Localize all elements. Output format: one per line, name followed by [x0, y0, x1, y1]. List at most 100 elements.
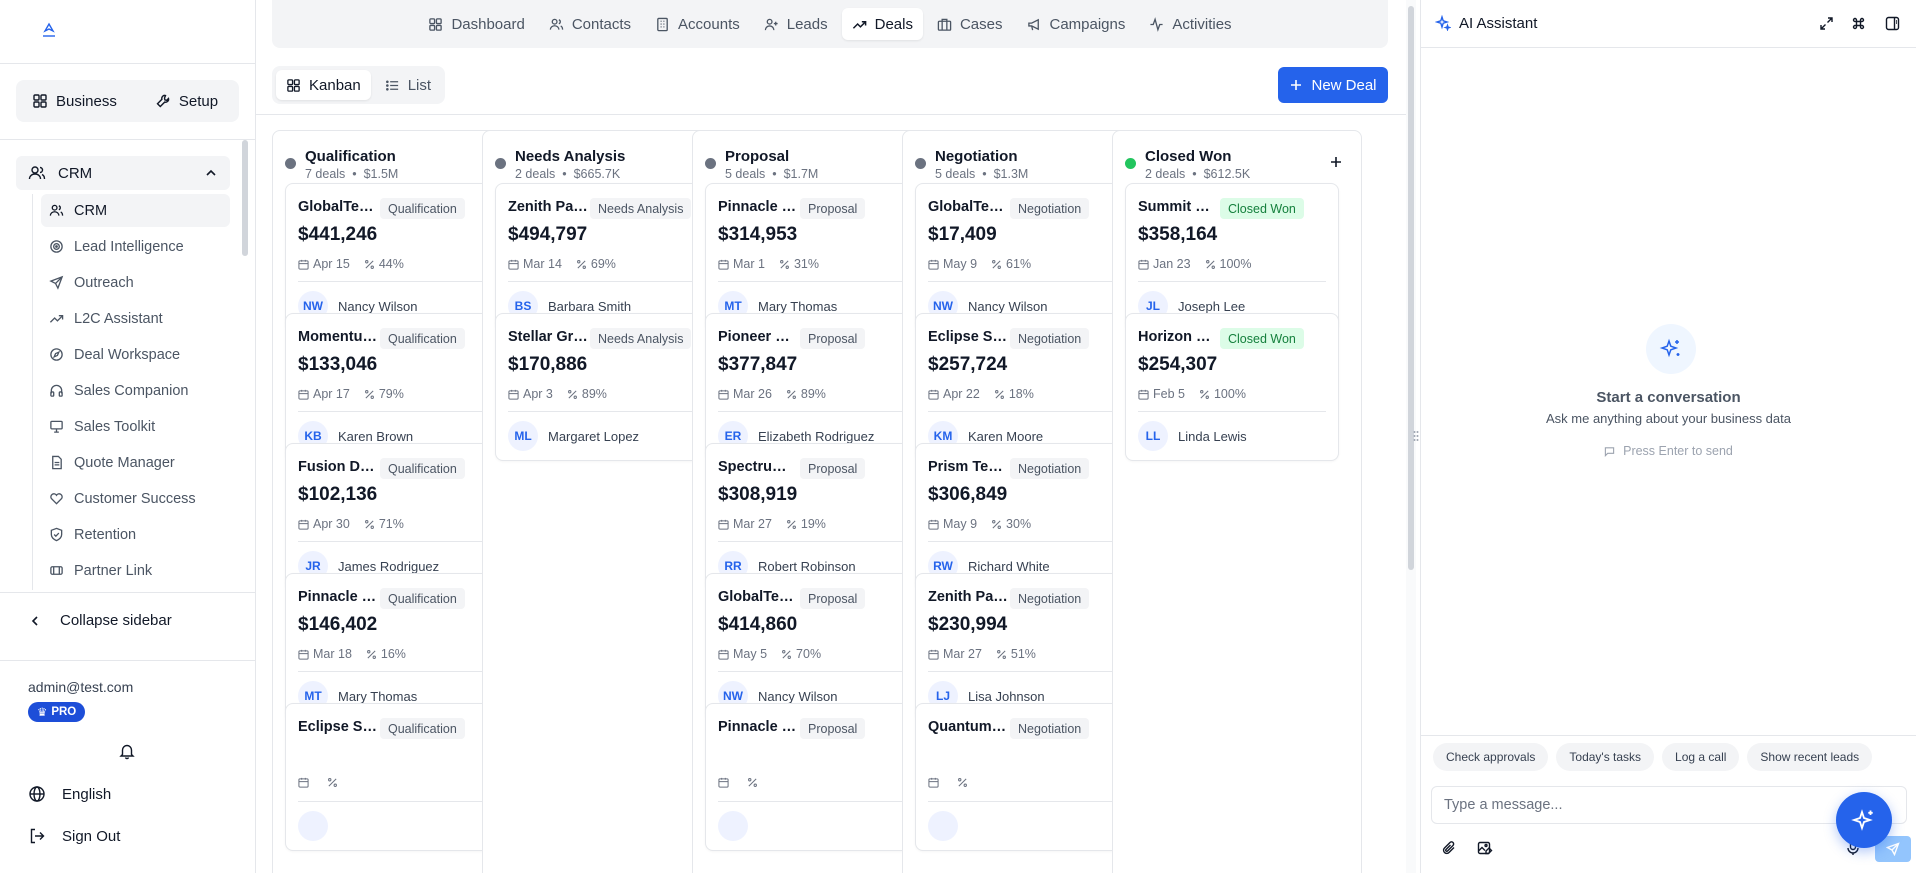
- tab-accounts[interactable]: Accounts: [645, 8, 750, 40]
- deal-name: Eclipse Systems: [928, 329, 1008, 345]
- sparkles-icon: [1851, 809, 1873, 831]
- calendar-icon: [928, 259, 939, 270]
- sidebar-item-crm[interactable]: CRM: [41, 194, 230, 227]
- trending-up-icon: [49, 315, 64, 323]
- tab-leads[interactable]: Leads: [754, 8, 838, 40]
- tab-campaigns[interactable]: Campaigns: [1017, 8, 1136, 40]
- sidebar-item-outreach[interactable]: Outreach: [41, 266, 230, 299]
- deal-card[interactable]: GlobalTech IndustriesQualification$441,2…: [285, 183, 499, 331]
- quick-action-recent-leads[interactable]: Show recent leads: [1747, 743, 1873, 771]
- tab-dashboard[interactable]: Dashboard: [418, 8, 534, 40]
- mode-business-button[interactable]: Business: [22, 85, 127, 117]
- deal-close-date: Mar 26: [718, 387, 772, 401]
- deal-probability-value: 31%: [793, 257, 819, 271]
- deal-close-date: Feb 5: [1138, 387, 1185, 401]
- panel-resize-handle-icon[interactable]: [1413, 428, 1419, 444]
- deal-card[interactable]: Pinnacle IndustriesProposal$314,953 Mar 1…: [705, 183, 919, 331]
- percent-icon: [786, 519, 796, 529]
- logo-icon[interactable]: [40, 22, 58, 40]
- view-kanban-button[interactable]: Kanban: [276, 70, 371, 100]
- deal-probability-value: 61%: [1006, 257, 1032, 271]
- sidebar-scrollbar[interactable]: [242, 140, 248, 256]
- expand-icon[interactable]: [1819, 16, 1834, 31]
- mode-setup-button[interactable]: Setup: [145, 85, 228, 117]
- grid-icon: [429, 17, 443, 31]
- deal-amount: $257,724: [928, 354, 1008, 375]
- deal-card[interactable]: Quantum LabsNegotiation: [915, 703, 1129, 851]
- sidebar-item-deal-workspace[interactable]: Deal Workspace: [41, 338, 230, 371]
- deal-card[interactable]: Pioneer DigitalProposal$377,847 Mar 26 89%…: [705, 313, 919, 461]
- deal-close-date: Apr 22: [928, 387, 980, 401]
- kanban-column: Closed Won 2 deals • $612.5K Summit Holdin…: [1112, 130, 1362, 873]
- quick-action-log-call[interactable]: Log a call: [1662, 743, 1740, 771]
- main-scrollbar-thumb[interactable]: [1408, 6, 1414, 570]
- deal-probability: 44%: [364, 257, 404, 271]
- new-deal-button[interactable]: New Deal: [1278, 67, 1388, 103]
- deal-card[interactable]: Pinnacle IndustriesQualification$146,402…: [285, 573, 499, 721]
- column-title: Qualification: [305, 148, 396, 165]
- sidebar-item-retention[interactable]: Retention: [41, 518, 230, 551]
- command-icon[interactable]: [1851, 16, 1866, 31]
- sidebar-item-list: CRM Lead Intelligence Outreach L2C Assis…: [32, 194, 230, 590]
- paperclip-icon[interactable]: [1441, 840, 1457, 856]
- calendar-icon: [1138, 389, 1149, 400]
- add-deal-icon[interactable]: [1329, 155, 1343, 169]
- column-summary: 5 deals • $1.7M: [725, 167, 818, 181]
- view-list-button[interactable]: List: [375, 70, 441, 100]
- sidebar-section-crm[interactable]: CRM: [16, 156, 230, 190]
- sidebar-item-customer-success[interactable]: Customer Success: [41, 482, 230, 515]
- tab-cases[interactable]: Cases: [927, 8, 1013, 40]
- column-title: Needs Analysis: [515, 148, 626, 165]
- quick-action-todays-tasks[interactable]: Today's tasks: [1556, 743, 1655, 771]
- sidebar-item-sales-companion[interactable]: Sales Companion: [41, 374, 230, 407]
- deal-card[interactable]: Summit HoldingsClosed Won$358,164 Jan 23 1…: [1125, 183, 1339, 331]
- stage-status-dot: [495, 158, 506, 169]
- deal-close-date-value: Jan 23: [1153, 257, 1191, 271]
- deal-close-date: Apr 30: [298, 517, 350, 531]
- stage-badge: Negotiation: [1010, 458, 1090, 479]
- user-plus-icon: [764, 18, 778, 30]
- deal-card[interactable]: Momentum CorpQualification$133,046 Apr 17…: [285, 313, 499, 461]
- deal-card[interactable]: Eclipse SystemsQualification: [285, 703, 499, 851]
- sidebar-item-sales-toolkit[interactable]: Sales Toolkit: [41, 410, 230, 443]
- card-divider: [718, 801, 906, 802]
- collapse-sidebar-button[interactable]: Collapse sidebar: [28, 612, 172, 629]
- ai-assistant-fab[interactable]: [1836, 792, 1892, 848]
- deal-card[interactable]: Horizon GroupClosed Won$254,307 Feb 5 100%…: [1125, 313, 1339, 461]
- sidebar-item-quote-manager[interactable]: Quote Manager: [41, 446, 230, 479]
- deal-card[interactable]: Eclipse SystemsNegotiation$257,724 Apr 22…: [915, 313, 1129, 461]
- grid-icon: [287, 78, 300, 92]
- quick-actions: Check approvals Today's tasks Log a call…: [1433, 743, 1873, 771]
- deal-card[interactable]: Fusion DynamicsQualification$102,136 Apr …: [285, 443, 499, 591]
- sidebar-item-partner-link[interactable]: Partner Link: [41, 554, 230, 587]
- deal-card[interactable]: GlobalTech IndustriesNegotiation $17,409 M…: [915, 183, 1129, 331]
- avatar: ML: [508, 421, 538, 451]
- deal-card[interactable]: GlobalTech IndustriesProposal$414,860 May…: [705, 573, 919, 721]
- deal-card[interactable]: Prism TechnologiesNegotiation$306,849 May…: [915, 443, 1129, 591]
- deal-card[interactable]: Spectrum IncProposal$308,919Mar 2719%RRR…: [705, 443, 919, 591]
- deal-probability: 30%: [991, 517, 1031, 531]
- avatar: LL: [1138, 421, 1168, 451]
- stage-status-dot: [705, 158, 716, 169]
- sidebar-panel-icon[interactable]: [1885, 16, 1900, 31]
- avatar: [928, 811, 958, 841]
- tab-activities[interactable]: Activities: [1139, 8, 1241, 40]
- crown-icon: ♛: [37, 707, 48, 719]
- deal-amount: $494,797: [508, 224, 588, 245]
- deal-card[interactable]: Pinnacle IndustriesProposal: [705, 703, 919, 851]
- tab-deals[interactable]: Deals: [841, 8, 923, 40]
- image-edit-icon[interactable]: [1477, 840, 1493, 856]
- tab-contacts[interactable]: Contacts: [539, 8, 641, 40]
- sidebar-item-l2c-assistant[interactable]: L2C Assistant: [41, 302, 230, 335]
- deal-card[interactable]: Stellar GroupNeeds Analysis$170,886 Apr 3…: [495, 313, 709, 461]
- language-selector[interactable]: English: [28, 785, 111, 803]
- deal-card[interactable]: Zenith PartnersNeeds Analysis$494,797 Mar…: [495, 183, 709, 331]
- sign-out-button[interactable]: Sign Out: [28, 827, 120, 845]
- quick-action-check-approvals[interactable]: Check approvals: [1433, 743, 1549, 771]
- activity-icon: [1150, 16, 1163, 32]
- sidebar-item-lead-intelligence[interactable]: Lead Intelligence: [41, 230, 230, 263]
- deal-card[interactable]: Zenith PartnersNegotiation$230,994 Mar 27…: [915, 573, 1129, 721]
- deal-name: Eclipse Systems: [298, 719, 378, 735]
- bell-icon[interactable]: [118, 742, 136, 760]
- shield-check-icon: [50, 527, 63, 542]
